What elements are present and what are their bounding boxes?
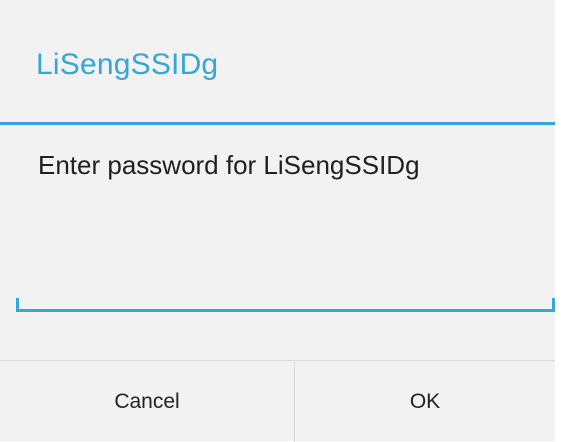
title-divider bbox=[0, 122, 555, 125]
cancel-button[interactable]: Cancel bbox=[0, 361, 295, 442]
field-underline-right-tick bbox=[552, 298, 555, 312]
password-field[interactable] bbox=[16, 250, 555, 312]
password-dialog: LiSengSSIDg Enter password for LiSengSSI… bbox=[0, 0, 555, 442]
dialog-title: LiSengSSIDg bbox=[36, 48, 219, 81]
button-bar: Cancel OK bbox=[0, 360, 555, 442]
password-field-underline bbox=[16, 309, 555, 312]
ok-button[interactable]: OK bbox=[295, 361, 555, 442]
dialog-message: Enter password for LiSengSSIDg bbox=[38, 150, 420, 180]
